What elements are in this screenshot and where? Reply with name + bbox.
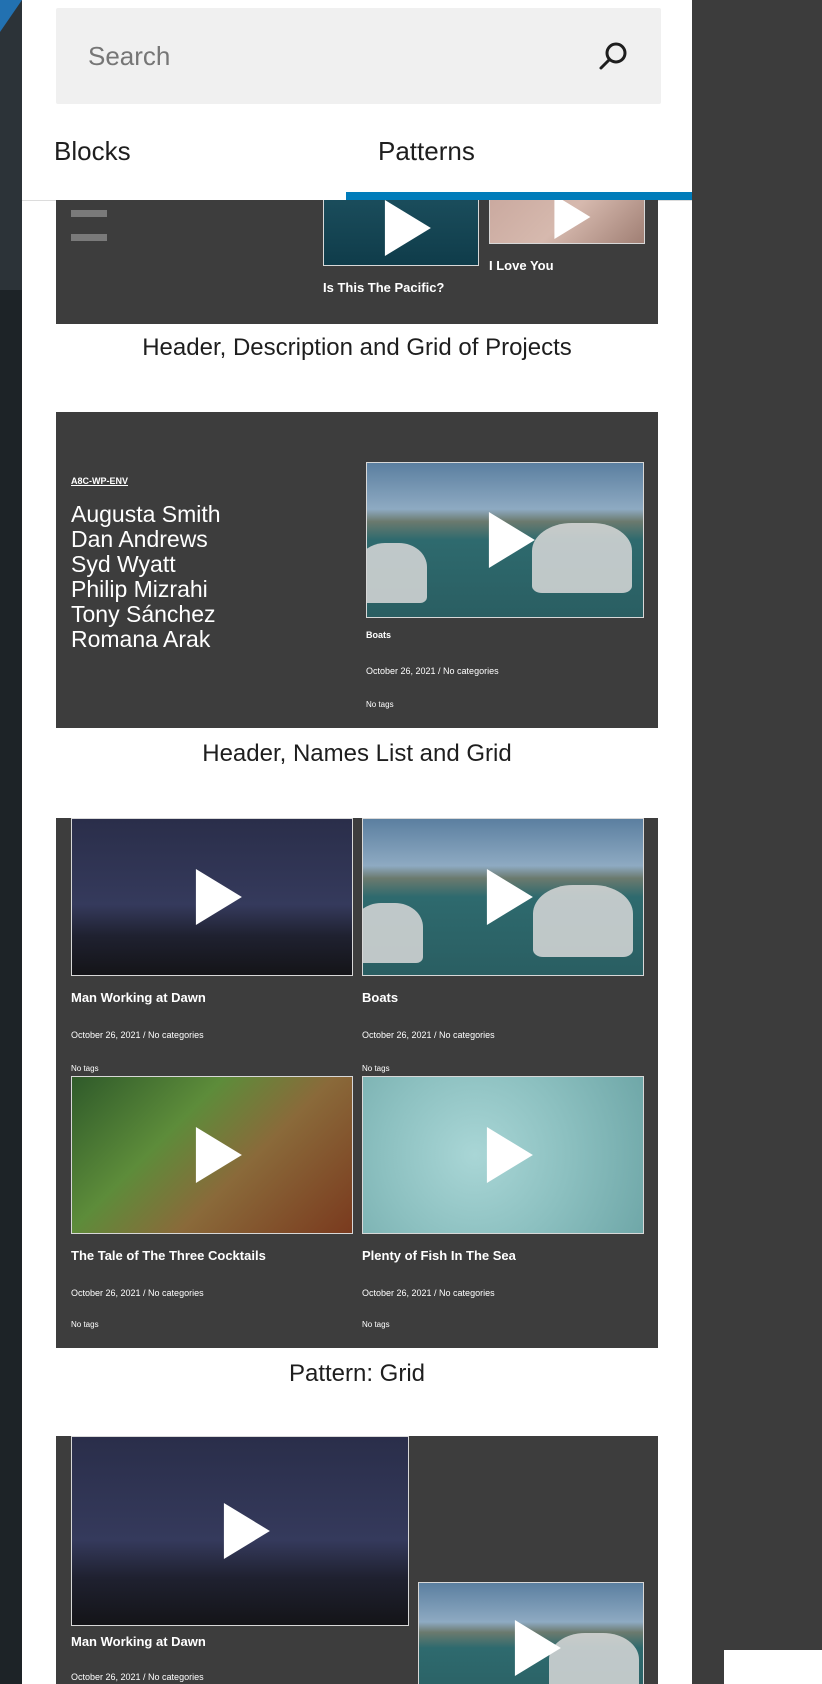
- play-icon: [486, 1127, 533, 1183]
- search-icon[interactable]: [596, 38, 632, 74]
- post-thumbnail-love: [489, 200, 645, 244]
- post-title: Man Working at Dawn: [71, 990, 206, 1005]
- name-item: Augusta Smith: [71, 501, 221, 527]
- active-tab-indicator: [346, 192, 692, 200]
- post-title: Plenty of Fish In The Sea: [362, 1248, 516, 1263]
- post-tags: No tags: [71, 1064, 99, 1073]
- post-title: Is This The Pacific?: [323, 280, 445, 295]
- post-thumbnail-dawn: [71, 1436, 409, 1626]
- pattern-preview-header-description-grid[interactable]: Is This The Pacific? I Love You: [56, 200, 658, 324]
- post-tags: No tags: [362, 1064, 390, 1073]
- post-thumbnail-pacific: [323, 200, 479, 266]
- play-icon: [195, 1127, 242, 1183]
- tab-patterns[interactable]: Patterns: [378, 136, 475, 167]
- pattern-preview-offset-grid[interactable]: Man Working at Dawn October 26, 2021 / N…: [56, 1436, 658, 1684]
- pattern-title: Pattern: Grid: [288, 1360, 426, 1387]
- post-title: Boats: [362, 990, 399, 1005]
- play-icon: [486, 869, 533, 925]
- post-thumbnail-boats: [366, 462, 644, 618]
- post-meta: October 26, 2021 / No categories: [362, 1288, 495, 1298]
- boat-shape: [533, 885, 633, 957]
- play-icon: [488, 512, 535, 568]
- tab-blocks[interactable]: Blocks: [54, 136, 131, 167]
- post-thumbnail-boats: [362, 818, 644, 976]
- play-icon: [554, 200, 591, 239]
- pattern-preview-grid[interactable]: Man Working at Dawn October 26, 2021 / N…: [56, 818, 658, 1348]
- pattern-preview-header-names-grid[interactable]: A8C-WP-ENV Augusta Smith Dan Andrews Syd…: [56, 412, 658, 728]
- post-tags: No tags: [362, 1320, 390, 1329]
- editor-canvas-strip: [724, 1650, 822, 1684]
- admin-sidebar: [0, 0, 22, 1684]
- name-item: Syd Wyatt: [71, 551, 176, 577]
- pattern-list: Is This The Pacific? I Love You Header, …: [22, 200, 692, 1684]
- post-tags: No tags: [366, 700, 394, 709]
- post-title: Man Working at Dawn: [71, 1634, 206, 1649]
- pattern-title: Header, Names List and Grid: [202, 740, 512, 767]
- placeholder-line: [71, 210, 107, 217]
- placeholder-line: [71, 234, 107, 241]
- post-thumbnail-boats: [418, 1582, 644, 1684]
- play-icon: [223, 1503, 270, 1559]
- search-box: [56, 8, 661, 104]
- names-list: Augusta Smith Dan Andrews Syd Wyatt Phil…: [71, 502, 221, 652]
- site-title: A8C-WP-ENV: [71, 476, 129, 486]
- sidebar-corner-accent: [0, 0, 22, 32]
- post-tags: No tags: [71, 1320, 99, 1329]
- play-icon: [195, 869, 242, 925]
- name-item: Romana Arak: [71, 626, 211, 652]
- post-title: I Love You: [489, 258, 554, 273]
- name-item: Dan Andrews: [71, 526, 208, 552]
- post-title: The Tale of The Three Cocktails: [71, 1248, 266, 1263]
- post-meta: October 26, 2021 / No categories: [71, 1672, 204, 1682]
- post-thumbnail-dawn: [71, 818, 353, 976]
- post-meta: October 26, 2021 / No categories: [362, 1030, 495, 1040]
- post-thumbnail-fish: [362, 1076, 644, 1234]
- name-item: Tony Sánchez: [71, 601, 216, 627]
- boat-shape: [363, 903, 423, 963]
- admin-sidebar-top: [0, 0, 22, 290]
- inserter-panel: Blocks Patterns Is This The Pacific? I L…: [22, 0, 692, 1684]
- name-item: Philip Mizrahi: [71, 576, 208, 602]
- play-icon: [514, 1620, 561, 1676]
- inserter-tabs: Blocks Patterns: [22, 118, 692, 201]
- search-input[interactable]: [88, 8, 588, 104]
- post-meta: October 26, 2021 / No categories: [71, 1030, 204, 1040]
- editor-canvas-background: [692, 0, 822, 1684]
- pattern-title: Header, Description and Grid of Projects: [142, 334, 572, 361]
- post-meta: October 26, 2021 / No categories: [366, 666, 499, 676]
- boat-shape: [549, 1633, 639, 1684]
- boat-shape: [367, 543, 427, 603]
- post-title: Boats: [366, 630, 392, 640]
- boat-shape: [532, 523, 632, 593]
- play-icon: [384, 200, 431, 256]
- post-thumbnail-cocktails: [71, 1076, 353, 1234]
- post-meta: October 26, 2021 / No categories: [71, 1288, 204, 1298]
